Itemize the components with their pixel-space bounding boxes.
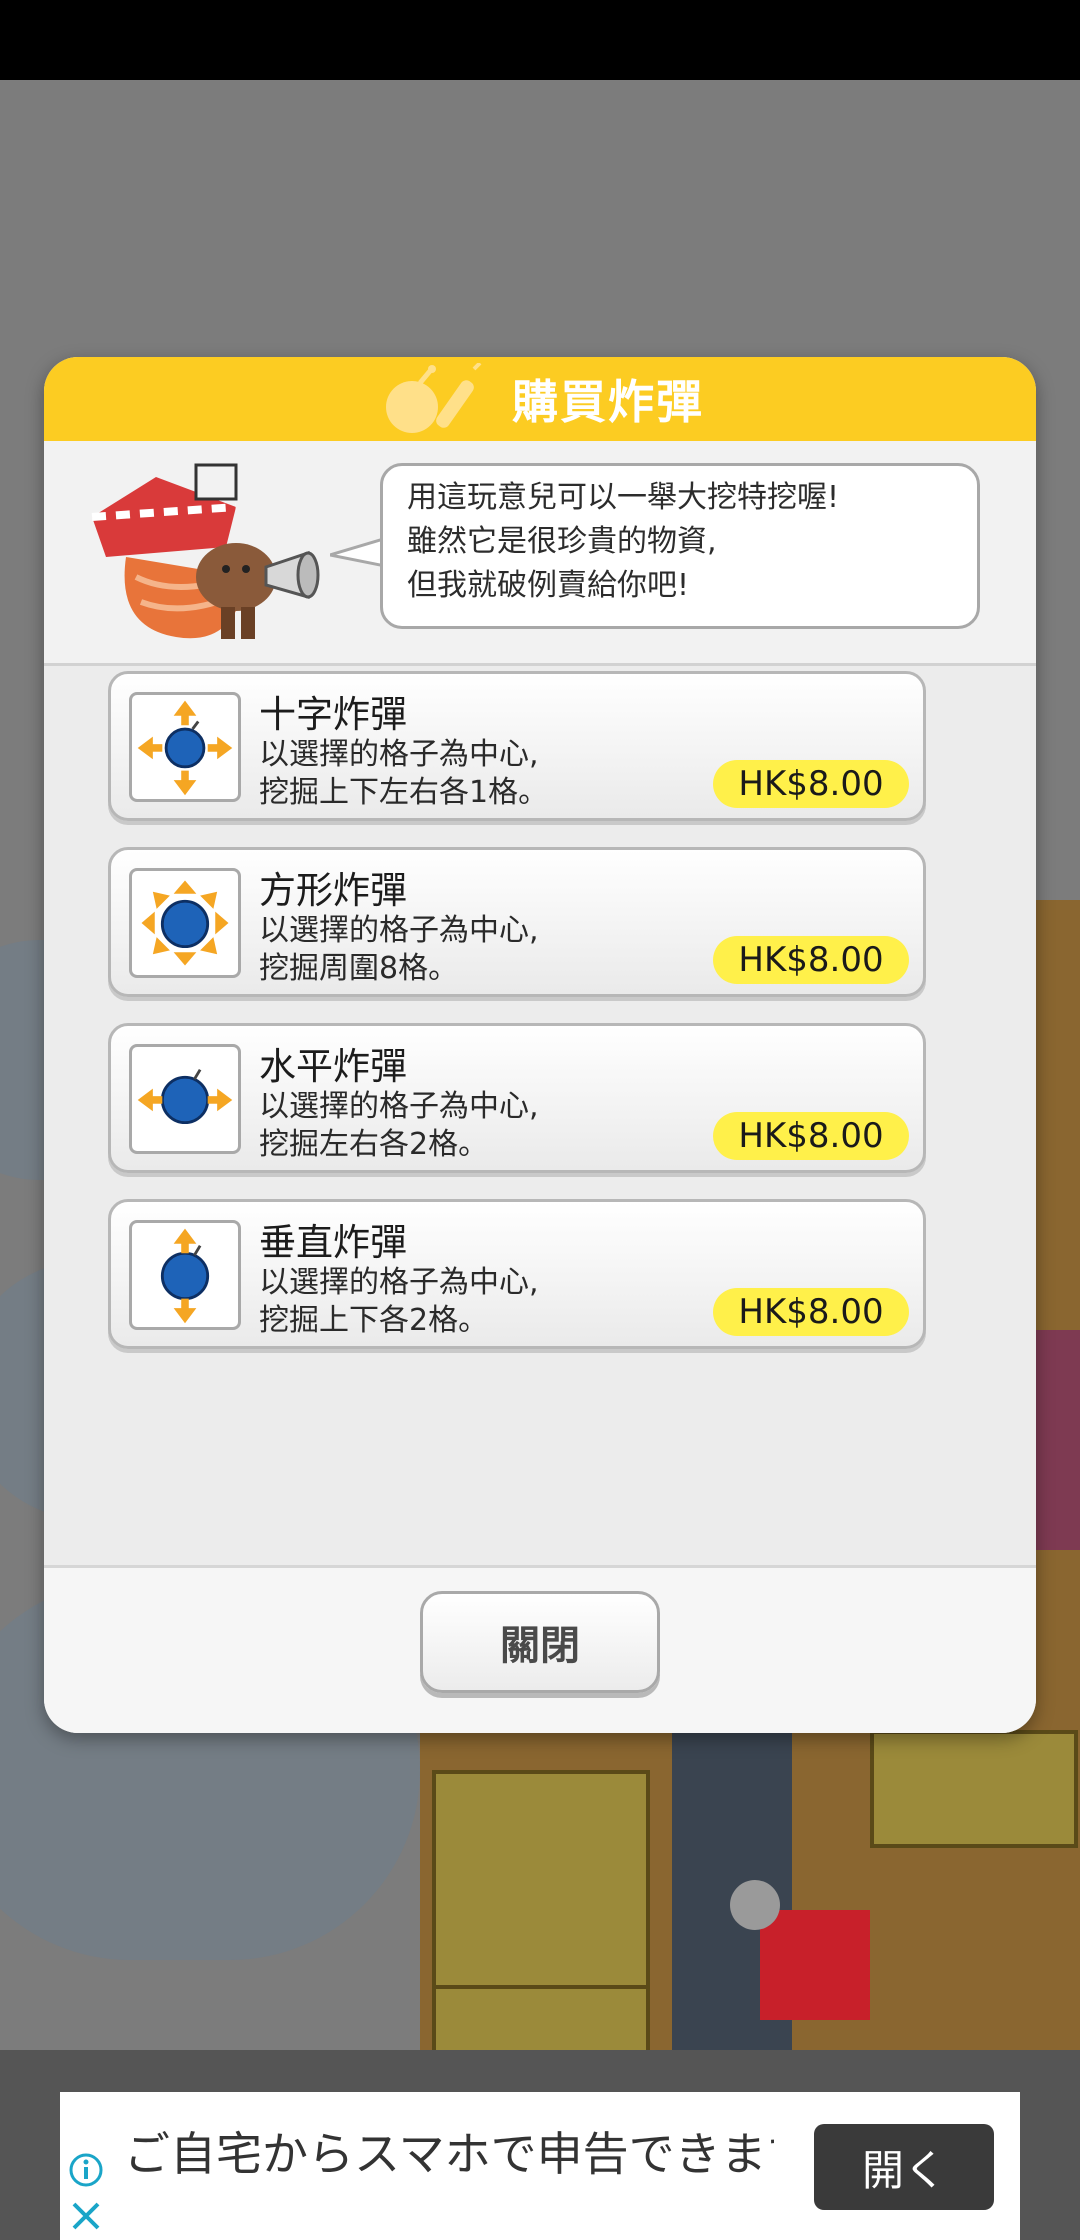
- shop-item-vertical-bomb[interactable]: 垂直炸彈 以選擇的格子為中心, 挖掘上下各2格。 HK$8.00: [108, 1199, 926, 1349]
- item-description: 以選擇的格子為中心, 挖掘上下各2格。: [259, 1264, 539, 1340]
- cross-bomb-icon: [129, 692, 241, 802]
- item-name: 方形炸彈: [259, 869, 407, 912]
- item-description: 以選擇的格子為中心, 挖掘上下左右各1格。: [259, 736, 548, 812]
- close-button[interactable]: 關閉: [420, 1591, 660, 1693]
- price-button[interactable]: HK$8.00: [713, 936, 909, 984]
- price-button[interactable]: HK$8.00: [713, 1112, 909, 1160]
- speech-line: 雖然它是很珍貴的物資,: [407, 524, 717, 559]
- item-desc-line: 以選擇的格子為中心,: [259, 737, 539, 772]
- dialog-header: 購買炸彈: [44, 357, 1036, 441]
- shop-item-horizontal-bomb[interactable]: 水平炸彈 以選擇的格子為中心, 挖掘左右各2格。 HK$8.00: [108, 1023, 926, 1173]
- bomb-dynamite-icon: [386, 363, 482, 433]
- status-bar: [0, 0, 1080, 80]
- flag-icon: [760, 1910, 870, 2020]
- item-name: 垂直炸彈: [259, 1221, 407, 1264]
- item-desc-line: 以選擇的格子為中心,: [259, 1089, 539, 1124]
- item-desc-line: 以選擇的格子為中心,: [259, 1265, 539, 1300]
- speech-bubble: 用這玩意兒可以一舉大挖特挖喔! 雖然它是很珍貴的物資, 但我就破例賣給你吧!: [380, 463, 980, 629]
- item-description: 以選擇的格子為中心, 挖掘周圍8格。: [259, 912, 539, 988]
- item-desc-line: 挖掘周圍8格。: [259, 951, 459, 986]
- item-description: 以選擇的格子為中心, 挖掘左右各2格。: [259, 1088, 539, 1164]
- ad-banner[interactable]: ご自宅からスマホで申告できます 開く: [60, 2092, 1020, 2240]
- item-desc-line: 挖掘上下各2格。: [259, 1303, 489, 1338]
- ad-text: ご自宅からスマホで申告できます: [124, 2127, 774, 2181]
- speech-line: 但我就破例賣給你吧!: [407, 568, 690, 603]
- horizontal-bomb-icon: [129, 1044, 241, 1154]
- ad-open-button[interactable]: 開く: [814, 2124, 994, 2210]
- item-name: 十字炸彈: [259, 693, 407, 736]
- item-name: 水平炸彈: [259, 1045, 407, 1088]
- dialog-title: 購買炸彈: [512, 375, 704, 429]
- close-icon[interactable]: [68, 2198, 104, 2234]
- purchase-bomb-dialog: 購買炸彈 用這玩意兒可以一舉大挖特挖喔! 雖然它是很珍貴的物資, 但我就破例賣給…: [44, 357, 1036, 1733]
- square-bomb-icon: [129, 868, 241, 978]
- price-button[interactable]: HK$8.00: [713, 760, 909, 808]
- price-button[interactable]: HK$8.00: [713, 1288, 909, 1336]
- item-desc-line: 挖掘上下左右各1格。: [259, 775, 549, 810]
- shop-mascot-image: [91, 463, 320, 639]
- info-icon[interactable]: [68, 2152, 104, 2188]
- shop-item-square-bomb[interactable]: 方形炸彈 以選擇的格子為中心, 挖掘周圍8格。 HK$8.00: [108, 847, 926, 997]
- pin-icon: [730, 1880, 780, 1930]
- speech-line: 用這玩意兒可以一舉大挖特挖喔!: [407, 480, 840, 515]
- vertical-bomb-icon: [129, 1220, 241, 1330]
- item-desc-line: 以選擇的格子為中心,: [259, 913, 539, 948]
- shop-item-cross-bomb[interactable]: 十字炸彈 以選擇的格子為中心, 挖掘上下左右各1格。 HK$8.00: [108, 671, 926, 821]
- item-desc-line: 挖掘左右各2格。: [259, 1127, 489, 1162]
